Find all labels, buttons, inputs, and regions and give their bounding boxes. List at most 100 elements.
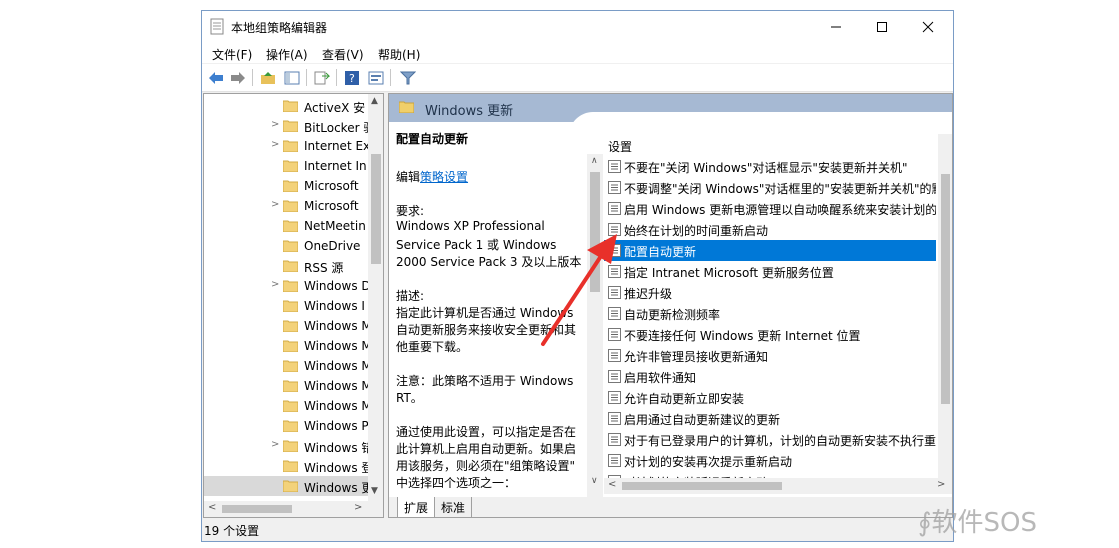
show-hide-tree-icon[interactable] [282, 68, 301, 87]
minimize-button[interactable] [813, 11, 859, 43]
tree-item[interactable]: Windows M [204, 316, 372, 336]
back-icon[interactable] [206, 68, 225, 87]
setting-row[interactable]: 允许非管理员接收更新通知 [604, 345, 936, 366]
tree-expand-arrow[interactable]: > [271, 279, 279, 290]
close-button[interactable] [905, 11, 951, 43]
setting-row-label: 不要在"关闭 Windows"对话框显示"安装更新并关机" [624, 161, 908, 175]
title-bar[interactable]: 本地组策略编辑器 [202, 11, 953, 43]
tab-standard[interactable]: 标准 [435, 497, 473, 517]
filter-icon[interactable] [398, 68, 417, 87]
up-folder-icon[interactable] [258, 68, 277, 87]
setting-row[interactable]: 启用通过自动更新建议的更新 [604, 408, 936, 429]
tree-horizontal-scrollbar[interactable]: < > [204, 501, 383, 517]
settings-horizontal-scrollbar[interactable]: < > [604, 478, 951, 494]
folder-icon [283, 340, 298, 352]
tree-expand-arrow[interactable]: > [271, 139, 279, 150]
tree-item-label: Windows I [304, 299, 365, 313]
tree-item[interactable]: > Internet Ex [204, 136, 370, 156]
settings-scroll-thumb[interactable] [941, 174, 950, 404]
setting-row[interactable]: 不要调整"关闭 Windows"对话框里的"安装更新并关机"的默 [604, 177, 936, 198]
scroll-left-arrow[interactable]: < [608, 479, 616, 490]
export-list-icon[interactable] [312, 68, 331, 87]
help-icon[interactable]: ? [342, 68, 361, 87]
menu-view[interactable]: 查看(V) [322, 46, 364, 63]
tree-expand-arrow[interactable]: > [271, 199, 279, 210]
scroll-up-arrow[interactable]: ∧ [591, 156, 598, 166]
tree-item[interactable]: OneDrive [204, 236, 370, 256]
properties-icon[interactable] [366, 68, 385, 87]
folder-icon [283, 220, 298, 232]
tree-expand-arrow[interactable]: > [271, 439, 279, 450]
settings-column-header[interactable]: 设置 [608, 138, 632, 155]
tree-item[interactable]: Windows 更 [204, 476, 373, 496]
scroll-down-arrow[interactable]: ∨ [591, 476, 598, 486]
desc-requirements-line: Service Pack 1 或 Windows [396, 238, 557, 252]
tree-item[interactable]: Windows 登 [204, 456, 374, 476]
setting-row[interactable]: 不要连接任何 Windows 更新 Internet 位置 [604, 324, 936, 345]
setting-row-label: 自动更新检测频率 [624, 308, 721, 322]
tree-item[interactable]: > Windows 错 [204, 436, 374, 456]
setting-row[interactable]: 推迟升级 [604, 282, 936, 303]
scroll-right-arrow[interactable]: > [937, 479, 945, 490]
setting-row[interactable]: 允许自动更新立即安装 [604, 387, 936, 408]
tree-expand-arrow[interactable]: > [271, 119, 279, 130]
setting-row-label: 始终在计划的时间重新启动 [624, 224, 769, 238]
tree-item[interactable]: Internet In [204, 156, 370, 176]
forward-icon[interactable] [228, 68, 247, 87]
folder-icon [283, 140, 298, 152]
tree-item[interactable]: > Windows D [204, 276, 371, 296]
tree-item[interactable]: Windows I [204, 296, 370, 316]
menu-help[interactable]: 帮助(H) [378, 46, 420, 63]
tree-item[interactable]: ActiveX 安 [204, 96, 370, 116]
scroll-up-arrow[interactable]: ▲ [371, 96, 378, 106]
scroll-right-arrow[interactable]: > [354, 502, 362, 513]
desc-title: 配置自动更新 [396, 132, 469, 146]
setting-row[interactable]: 对计划的安装再次提示重新启动 [604, 450, 936, 471]
tree-item-label: Windows 错 [304, 441, 374, 455]
settings-hscroll-thumb[interactable] [622, 482, 782, 490]
tree-vertical-scrollbar[interactable]: ▲ ▼ [368, 94, 383, 501]
tree-item-label: Windows P [304, 419, 369, 433]
folder-icon [283, 120, 298, 132]
tree-item[interactable]: NetMeetin [204, 216, 370, 236]
maximize-button[interactable] [859, 11, 905, 43]
setting-row[interactable]: 启用软件通知 [604, 366, 936, 387]
setting-row-label: 对于有已登录用户的计算机，计划的自动更新安装不执行重 [624, 434, 936, 448]
tab-extended[interactable]: 扩展 [397, 497, 436, 517]
desc-more-line: 通过使用此设置，可以指定是否在 [396, 425, 577, 439]
tree-pane[interactable]: ActiveX 安 > BitLocker 驱 > Internet Ex Interne… [203, 93, 384, 518]
tree-item[interactable]: RSS 源 [204, 256, 370, 276]
tree-item-label: Windows 登 [304, 461, 374, 475]
tree-item[interactable]: Windows M [204, 396, 372, 416]
edit-policy-link[interactable]: 策略设置 [420, 170, 468, 184]
folder-icon [283, 460, 298, 472]
menu-file[interactable]: 文件(F) [212, 46, 252, 63]
tree-item[interactable]: Microsoft [204, 176, 370, 196]
tree-item-label: Microsoft [304, 179, 359, 193]
scroll-down-arrow[interactable]: ▼ [371, 486, 378, 496]
scroll-left-arrow[interactable]: < [208, 502, 216, 513]
tree-item[interactable]: > BitLocker 驱 [204, 116, 375, 136]
tree-item[interactable]: Windows M [204, 356, 372, 376]
setting-row[interactable]: 对于有已登录用户的计算机，计划的自动更新安装不执行重 [604, 429, 936, 450]
tree-item[interactable]: > Microsoft [204, 196, 370, 216]
setting-row[interactable]: 自动更新检测频率 [604, 303, 936, 324]
setting-row[interactable]: 不要在"关闭 Windows"对话框显示"安装更新并关机" [604, 156, 936, 177]
tree-scroll-thumb[interactable] [371, 154, 381, 264]
menu-bar: 文件(F) 操作(A) 查看(V) 帮助(H) [202, 43, 953, 63]
tree-item[interactable]: Windows M [204, 336, 372, 356]
tree-item[interactable]: Windows M [204, 376, 372, 396]
tree-item-label: Windows M [304, 319, 372, 333]
tree-item-label: Internet In [304, 159, 367, 173]
toolbar: ? [202, 64, 953, 92]
setting-row[interactable]: 始终在计划的时间重新启动 [604, 219, 936, 240]
tree-item[interactable]: Windows P [204, 416, 370, 436]
folder-icon [399, 101, 414, 113]
app-icon [210, 18, 224, 35]
setting-row[interactable]: 启用 Windows 更新电源管理以自动唤醒系统来安装计划的 [604, 198, 936, 219]
tree-hscroll-thumb[interactable] [222, 505, 292, 513]
setting-row[interactable]: 配置自动更新 [604, 240, 936, 261]
settings-vertical-scrollbar[interactable] [938, 134, 952, 494]
menu-action[interactable]: 操作(A) [266, 46, 308, 63]
setting-row[interactable]: 指定 Intranet Microsoft 更新服务位置 [604, 261, 936, 282]
